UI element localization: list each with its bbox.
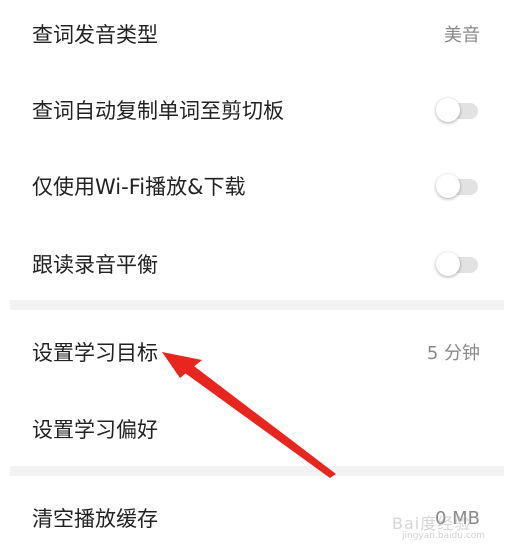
- watermark-url: jingyan.baidu.com: [402, 531, 486, 541]
- annotation-arrow: [162, 352, 336, 478]
